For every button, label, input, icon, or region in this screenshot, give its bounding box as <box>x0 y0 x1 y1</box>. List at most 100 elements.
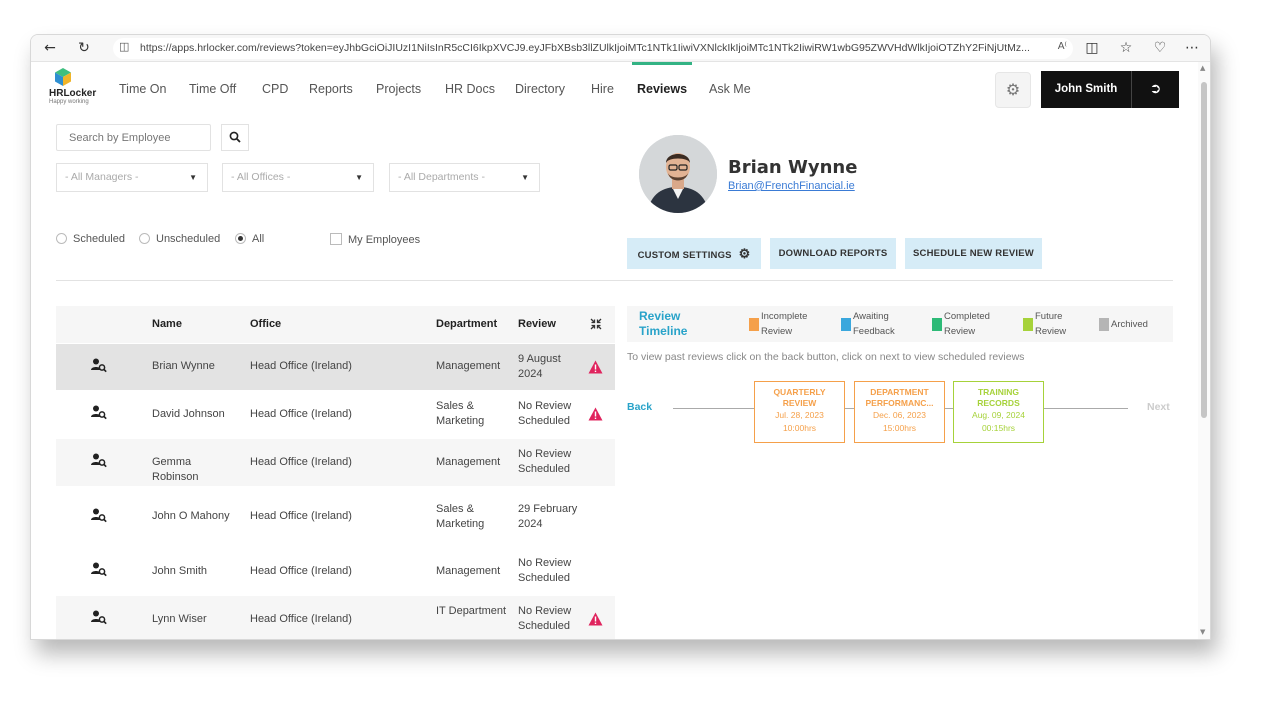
chevron-down-icon: ▼ <box>521 173 529 182</box>
view-employee-icon[interactable] <box>91 508 107 526</box>
table-row[interactable]: John O Mahony Head Office (Ireland) Sales … <box>56 486 615 547</box>
table-row[interactable]: John Smith Head Office (Ireland) Managemen… <box>56 547 615 595</box>
radio-all[interactable]: All <box>235 233 264 245</box>
cell-office: Head Office (Ireland) <box>250 455 352 468</box>
radio-label: Scheduled <box>73 233 125 245</box>
logout-icon: ➲ <box>1149 81 1162 97</box>
timeline-card-training-records[interactable]: TRAINING RECORDS Aug. 09, 2024 00:15hrs <box>953 381 1044 443</box>
timeline-header: Review Timeline Incomplete Review Awaiti… <box>627 306 1173 342</box>
scrollbar-thumb[interactable] <box>1201 82 1207 418</box>
cell-name[interactable]: Lynn Wiser <box>152 612 232 627</box>
timeline-card-department-performance[interactable]: DEPARTMENT PERFORMANC... Dec. 06, 2023 1… <box>854 381 945 443</box>
offices-select[interactable]: - All Offices - ▼ <box>222 163 374 192</box>
logout-button[interactable]: ➲ <box>1131 71 1179 108</box>
back-icon[interactable]: ← <box>41 39 59 57</box>
view-employee-icon[interactable] <box>91 405 107 423</box>
table-row[interactable]: Gemma Robinson Head Office (Ireland) Manag… <box>56 438 615 486</box>
table-row[interactable]: Lynn Wiser Head Office (Ireland) IT Depart… <box>56 595 615 639</box>
schedule-new-review-button[interactable]: SCHEDULE NEW REVIEW <box>905 238 1042 269</box>
favorites-icon[interactable]: ☆ <box>1117 39 1135 57</box>
cell-name[interactable]: Gemma Robinson <box>152 455 232 485</box>
download-reports-button[interactable]: DOWNLOAD REPORTS <box>770 238 896 269</box>
legend-label: Awaiting <box>853 311 889 322</box>
nav-hire[interactable]: Hire <box>591 82 614 96</box>
legend-label: Future <box>1035 311 1063 322</box>
legend-incomplete-review: Incomplete Review <box>749 309 808 339</box>
table-row[interactable]: Brian Wynne Head Office (Ireland) Manageme… <box>56 343 615 390</box>
collapse-icon[interactable] <box>590 318 602 330</box>
scroll-down-icon[interactable]: ▼ <box>1200 628 1205 636</box>
cell-name[interactable]: John O Mahony <box>152 509 232 524</box>
timeline-title-line-1: Review <box>639 309 681 323</box>
timeline-card-quarterly-review[interactable]: QUARTERLY REVIEW Jul. 28, 2023 10:00hrs <box>754 381 845 443</box>
logo-cube-icon <box>55 68 71 86</box>
cell-review: No Review Scheduled <box>518 605 572 632</box>
radio-unscheduled[interactable]: Unscheduled <box>139 233 220 245</box>
search-button[interactable] <box>221 124 249 151</box>
warning-icon <box>588 360 603 373</box>
column-header-office[interactable]: Office <box>250 318 281 330</box>
browser-window: ← ↻ ◫ https://apps.hrlocker.com/reviews?… <box>30 34 1211 640</box>
managers-select[interactable]: - All Managers - ▼ <box>56 163 208 192</box>
user-menu-button[interactable]: John Smith <box>1041 71 1131 108</box>
employee-email-link[interactable]: Brian@FrenchFinancial.ie <box>728 180 855 192</box>
card-date: Jul. 28, 2023 <box>775 410 824 420</box>
page-scrollbar[interactable]: ▲ ▼ <box>1198 62 1210 639</box>
view-employee-icon[interactable] <box>91 610 107 628</box>
employee-table: Name Office Department Review Brian Wynn… <box>56 306 615 639</box>
address-bar[interactable]: ◫ https://apps.hrlocker.com/reviews?toke… <box>113 38 1073 59</box>
cell-office: Head Office (Ireland) <box>250 564 352 577</box>
scroll-up-icon[interactable]: ▲ <box>1200 64 1205 72</box>
settings-button[interactable]: ⚙ <box>995 72 1031 108</box>
timeline-next-button[interactable]: Next <box>1147 401 1170 413</box>
browser-toolbar: ← ↻ ◫ https://apps.hrlocker.com/reviews?… <box>31 35 1210 62</box>
my-employees-checkbox[interactable]: My Employees <box>330 233 420 246</box>
url-text[interactable]: https://apps.hrlocker.com/reviews?token=… <box>140 42 1045 54</box>
collections-icon[interactable]: ♡ <box>1151 39 1169 57</box>
card-title: DEPARTMENT PERFORMANC... <box>865 387 934 408</box>
cell-name[interactable]: John Smith <box>152 564 232 579</box>
nav-reports[interactable]: Reports <box>309 82 353 96</box>
offices-select-value: - All Offices - <box>231 171 291 183</box>
departments-select[interactable]: - All Departments - ▼ <box>389 163 540 192</box>
radio-button-selected[interactable] <box>235 233 246 244</box>
nav-cpd[interactable]: CPD <box>262 82 288 96</box>
employee-search-input[interactable] <box>56 124 211 151</box>
read-aloud-icon[interactable]: A⁽ <box>1058 41 1067 52</box>
more-icon[interactable]: ⋯ <box>1183 39 1201 57</box>
nav-hr-docs[interactable]: HR Docs <box>445 82 495 96</box>
nav-directory[interactable]: Directory <box>515 82 565 96</box>
hrlocker-logo[interactable]: HRLocker Happy working <box>47 68 107 108</box>
radio-scheduled[interactable]: Scheduled <box>56 233 125 245</box>
lock-icon: ◫ <box>119 40 130 53</box>
custom-settings-label: CUSTOM SETTINGS <box>637 250 732 261</box>
view-employee-icon[interactable] <box>91 358 107 376</box>
column-header-review[interactable]: Review <box>518 318 556 330</box>
table-row[interactable]: David Johnson Head Office (Ireland) Sales … <box>56 390 615 438</box>
custom-settings-button[interactable]: CUSTOM SETTINGS ⚙ <box>627 238 761 269</box>
cell-name[interactable]: David Johnson <box>152 407 232 422</box>
nav-time-off[interactable]: Time Off <box>189 82 236 96</box>
legend-label: Incomplete <box>761 311 808 322</box>
checkbox[interactable] <box>330 233 342 245</box>
cell-department: IT Department <box>436 605 507 617</box>
cell-name[interactable]: Brian Wynne <box>152 359 232 374</box>
radio-button[interactable] <box>56 233 67 244</box>
legend-awaiting-feedback: Awaiting Feedback <box>841 309 895 339</box>
card-date: Aug. 09, 2024 <box>972 410 1025 420</box>
view-employee-icon[interactable] <box>91 453 107 471</box>
column-header-name[interactable]: Name <box>152 318 182 330</box>
nav-reviews[interactable]: Reviews <box>637 82 687 96</box>
nav-ask-me[interactable]: Ask Me <box>709 82 751 96</box>
nav-projects[interactable]: Projects <box>376 82 421 96</box>
view-employee-icon[interactable] <box>91 562 107 580</box>
refresh-icon[interactable]: ↻ <box>75 39 93 57</box>
card-time: 00:15hrs <box>981 423 1016 433</box>
nav-time-on[interactable]: Time On <box>119 82 166 96</box>
split-screen-icon[interactable]: ◫ <box>1083 39 1101 57</box>
radio-button[interactable] <box>139 233 150 244</box>
timeline-back-button[interactable]: Back <box>627 401 652 413</box>
column-header-department[interactable]: Department <box>436 318 497 330</box>
cell-office: Head Office (Ireland) <box>250 510 352 522</box>
legend-label: Archived <box>1111 319 1148 330</box>
